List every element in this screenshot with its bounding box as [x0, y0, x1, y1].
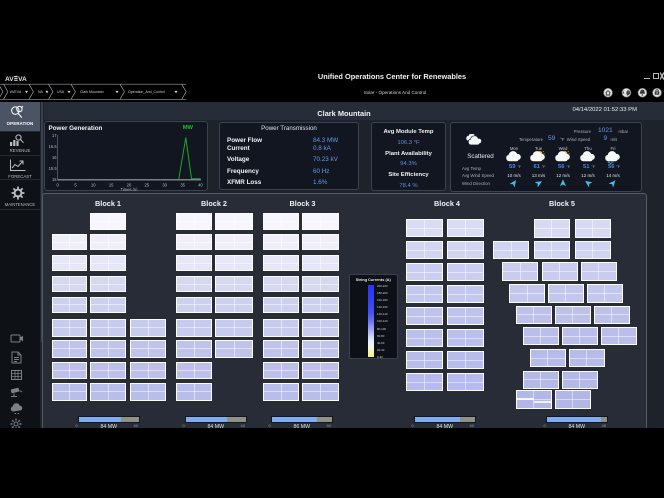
svg-text:VA: VA — [18, 75, 27, 81]
svg-text:15: 15 — [109, 183, 114, 188]
svg-text:Clark Mountain: Clark Mountain — [80, 90, 104, 94]
svg-text:5: 5 — [74, 183, 77, 188]
svg-text:40: 40 — [198, 183, 203, 188]
svg-text:10: 10 — [91, 183, 96, 188]
svg-text:NA: NA — [38, 90, 44, 94]
svg-text:USA: USA — [57, 90, 65, 94]
svg-text:Operation_And_Control: Operation_And_Control — [128, 90, 165, 94]
svg-text:15.5: 15.5 — [49, 166, 58, 171]
svg-text:AV: AV — [5, 75, 14, 81]
svg-text:0: 0 — [56, 183, 59, 188]
svg-text:Times (s): Times (s) — [121, 187, 139, 191]
svg-text:16: 16 — [52, 155, 57, 160]
svg-text:30: 30 — [162, 183, 167, 188]
svg-text:AVEVA: AVEVA — [10, 90, 22, 94]
svg-text:25: 25 — [145, 183, 150, 188]
svg-text:35: 35 — [180, 183, 185, 188]
svg-text:15: 15 — [52, 177, 57, 182]
svg-text:17: 17 — [52, 133, 57, 138]
svg-text:16.5: 16.5 — [49, 144, 58, 149]
